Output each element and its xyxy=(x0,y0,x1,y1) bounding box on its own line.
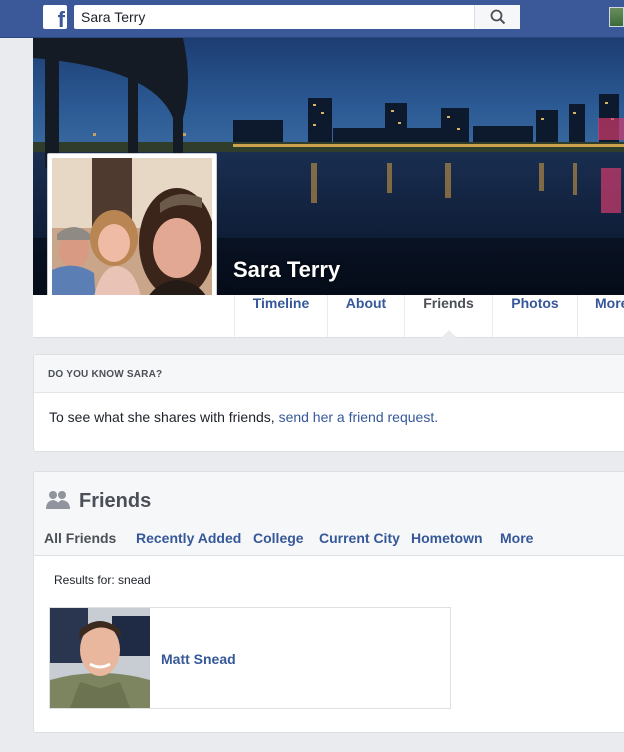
subtab-hometown[interactable]: Hometown xyxy=(411,530,483,546)
tab-friends[interactable]: Friends xyxy=(404,295,492,338)
search-results-label: Results for: snead xyxy=(54,573,151,587)
search-button[interactable] xyxy=(474,5,520,29)
subtab-all-friends[interactable]: All Friends xyxy=(44,530,116,546)
friends-title: Friends xyxy=(79,490,152,512)
facebook-logo-icon[interactable]: f xyxy=(43,5,67,29)
tab-timeline[interactable]: Timeline xyxy=(234,295,327,337)
account-avatar[interactable] xyxy=(609,7,624,27)
friend-photo[interactable] xyxy=(50,608,150,708)
do-you-know-heading: DO YOU KNOW SARA? xyxy=(34,355,624,393)
search-box xyxy=(74,5,520,29)
subtab-recently-added[interactable]: Recently Added xyxy=(136,530,241,546)
profile-name[interactable]: Sara Terry xyxy=(233,257,340,283)
profile-photo-image xyxy=(52,158,212,318)
do-you-know-text: To see what she shares with friends, xyxy=(49,409,275,425)
tab-photos[interactable]: Photos xyxy=(492,295,577,337)
do-you-know-body: To see what she shares with friends, sen… xyxy=(34,393,624,425)
tab-about[interactable]: About xyxy=(327,295,404,337)
subtab-college[interactable]: College xyxy=(253,530,304,546)
friend-list-item[interactable]: Matt Snead xyxy=(49,607,451,709)
do-you-know-card: DO YOU KNOW SARA? To see what she shares… xyxy=(33,354,624,452)
friends-header: Friends All Friends Recently Added Colle… xyxy=(34,472,624,556)
friend-name-link[interactable]: Matt Snead xyxy=(161,651,236,667)
logo-letter: f xyxy=(57,7,65,30)
top-navigation-bar: f xyxy=(0,0,624,38)
subtab-more[interactable]: More xyxy=(500,530,533,546)
subtab-current-city[interactable]: Current City xyxy=(319,530,400,546)
friends-card: Friends All Friends Recently Added Colle… xyxy=(33,471,624,733)
friend-request-link[interactable]: send her a friend request. xyxy=(279,409,439,425)
friend-avatar-image xyxy=(50,608,150,708)
tab-more[interactable]: More xyxy=(577,295,624,337)
profile-tab-bar: Timeline About Friends Photos More xyxy=(33,295,624,338)
search-input[interactable] xyxy=(74,5,474,29)
friends-icon xyxy=(46,491,70,509)
search-icon xyxy=(490,9,506,25)
